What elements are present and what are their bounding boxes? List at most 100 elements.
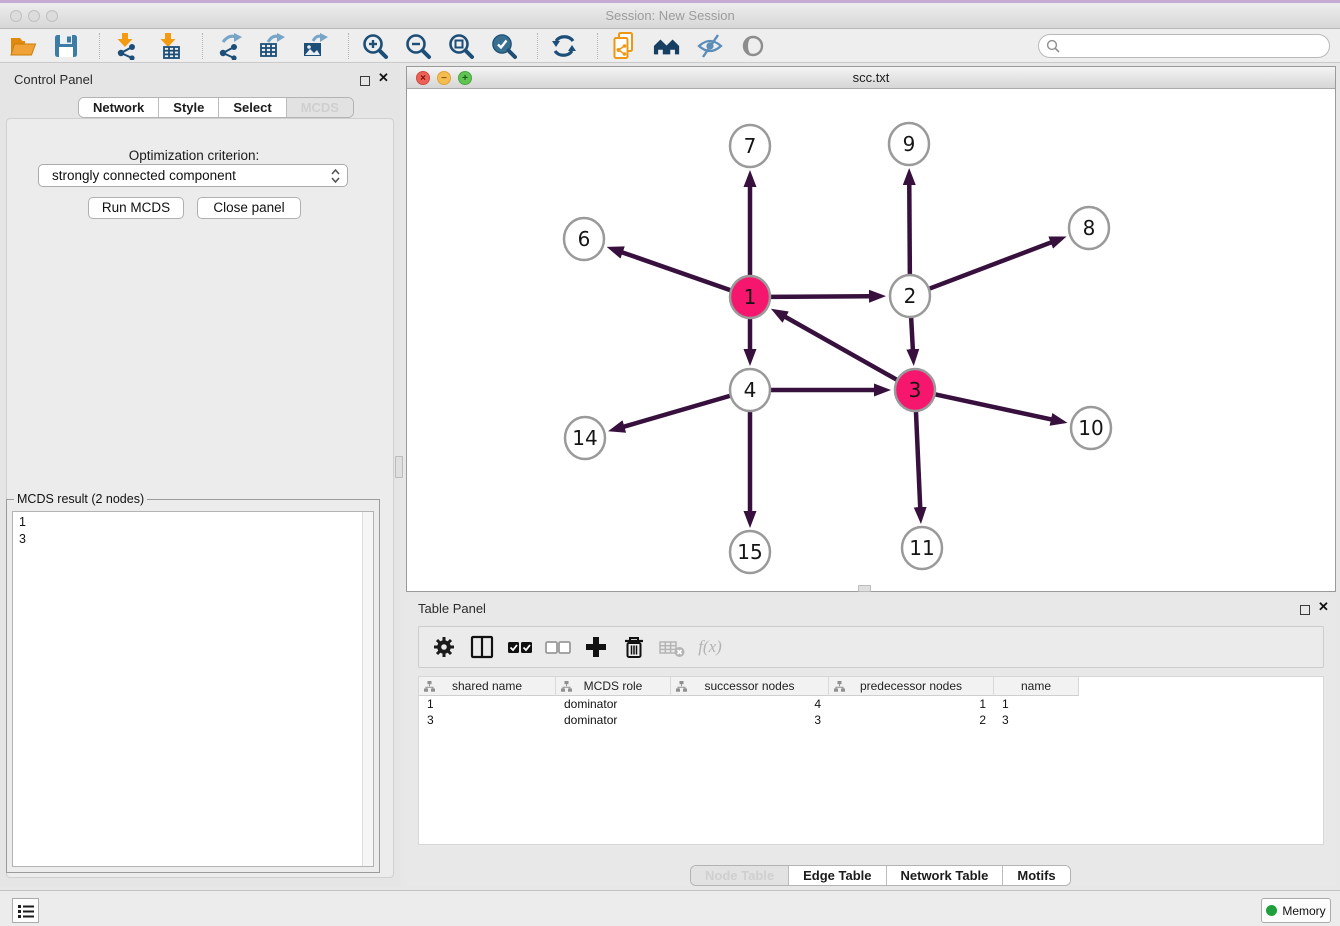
- open-session-icon[interactable]: [9, 32, 37, 60]
- graph-edge-3-10[interactable]: [936, 394, 1052, 419]
- table-row[interactable]: 3 dominator 3 2 3: [419, 712, 1323, 728]
- minimize-window-button[interactable]: [28, 10, 40, 22]
- graph-node-label-9: 9: [903, 132, 916, 156]
- close-table-panel-icon[interactable]: ✕: [1318, 602, 1329, 612]
- column-header-predecessor-nodes[interactable]: predecessor nodes: [829, 677, 994, 696]
- tab-network[interactable]: Network: [79, 98, 159, 117]
- zoom-selected-icon[interactable]: [490, 32, 518, 60]
- network-close-button[interactable]: ×: [416, 71, 430, 85]
- run-mcds-button[interactable]: Run MCDS: [88, 197, 184, 219]
- cell-successor-nodes[interactable]: 4: [671, 696, 829, 712]
- zoom-window-button[interactable]: [46, 10, 58, 22]
- mcds-result-text[interactable]: 1 3: [12, 511, 374, 867]
- toolbar-separator: [202, 33, 203, 59]
- column-header-shared-name[interactable]: shared name: [419, 677, 556, 696]
- import-network-icon[interactable]: [112, 32, 140, 60]
- delete-table-icon[interactable]: [657, 632, 687, 662]
- network-window-titlebar[interactable]: × − + scc.txt: [407, 67, 1335, 89]
- column-header-mcds-role[interactable]: MCDS role: [556, 677, 671, 696]
- graph-edge-2-9[interactable]: [909, 184, 910, 275]
- cell-successor-nodes[interactable]: 3: [671, 712, 829, 728]
- refresh-icon[interactable]: [550, 32, 578, 60]
- task-history-button[interactable]: [12, 898, 39, 923]
- show-graphics-details-icon[interactable]: [739, 32, 767, 60]
- mcds-result-scrollbar[interactable]: [362, 512, 373, 866]
- graph-edge-3-1[interactable]: [785, 317, 897, 380]
- vertical-splitter-grip[interactable]: [395, 456, 403, 478]
- graph-node-label-2: 2: [904, 284, 917, 308]
- zoom-fit-icon[interactable]: [447, 32, 475, 60]
- cell-shared-name[interactable]: 3: [419, 712, 556, 728]
- graph-edge-1-2[interactable]: [771, 296, 870, 297]
- list-icon: [17, 903, 35, 919]
- table-panel: Table Panel ✕ f(x) s: [406, 596, 1336, 886]
- tab-motifs[interactable]: Motifs: [1003, 866, 1069, 885]
- home-icon[interactable]: [653, 32, 681, 60]
- table-panel-tabs: Node Table Edge Table Network Table Moti…: [690, 865, 1071, 886]
- close-panel-icon[interactable]: ✕: [378, 73, 389, 83]
- attribute-icon: [424, 681, 435, 692]
- select-all-icon[interactable]: [505, 632, 535, 662]
- search-input[interactable]: [1038, 34, 1330, 58]
- graph-edge-4-14[interactable]: [623, 396, 729, 427]
- cell-name[interactable]: 3: [994, 712, 1079, 728]
- tab-select[interactable]: Select: [219, 98, 286, 117]
- control-panel-title: Control Panel: [14, 72, 93, 87]
- toolbar-separator: [99, 33, 100, 59]
- graph-edge-1-6[interactable]: [622, 252, 730, 290]
- save-session-icon[interactable]: [52, 32, 80, 60]
- close-panel-button[interactable]: Close panel: [197, 197, 301, 219]
- cell-mcds-role[interactable]: dominator: [556, 696, 671, 712]
- table-panel-title: Table Panel: [418, 601, 486, 616]
- float-panel-icon[interactable]: [360, 73, 370, 91]
- add-row-icon[interactable]: [581, 632, 611, 662]
- toolbar-separator: [348, 33, 349, 59]
- tab-network-table[interactable]: Network Table: [887, 866, 1004, 885]
- network-minimize-button[interactable]: −: [437, 71, 451, 85]
- hide-graphics-details-icon[interactable]: [696, 32, 724, 60]
- graph-edge-2-3[interactable]: [911, 317, 913, 350]
- tab-edge-table[interactable]: Edge Table: [789, 866, 886, 885]
- graph-node-label-8: 8: [1083, 216, 1096, 240]
- cell-predecessor-nodes[interactable]: 1: [829, 696, 994, 712]
- select-chevrons-icon: [331, 169, 340, 183]
- tab-mcds[interactable]: MCDS: [287, 98, 353, 117]
- horizontal-splitter-grip[interactable]: [858, 585, 871, 592]
- table-row[interactable]: 1 dominator 4 1 1: [419, 696, 1323, 712]
- deselect-all-icon[interactable]: [543, 632, 573, 662]
- graph-node-label-3: 3: [909, 378, 922, 402]
- split-table-icon[interactable]: [467, 632, 497, 662]
- clone-network-icon[interactable]: [610, 32, 638, 60]
- export-table-icon[interactable]: [258, 32, 286, 60]
- graph-edge-2-8[interactable]: [930, 242, 1052, 288]
- memory-button[interactable]: Memory: [1261, 898, 1331, 923]
- graph-edge-3-11[interactable]: [916, 411, 920, 508]
- delete-row-icon[interactable]: [619, 632, 649, 662]
- close-window-button[interactable]: [10, 10, 22, 22]
- cell-predecessor-nodes[interactable]: 2: [829, 712, 994, 728]
- tab-style[interactable]: Style: [159, 98, 219, 117]
- import-table-icon[interactable]: [155, 32, 183, 60]
- column-header-successor-nodes[interactable]: successor nodes: [671, 677, 829, 696]
- tab-node-table[interactable]: Node Table: [691, 866, 789, 885]
- zoom-in-icon[interactable]: [361, 32, 389, 60]
- export-network-icon[interactable]: [215, 32, 243, 60]
- zoom-out-icon[interactable]: [404, 32, 432, 60]
- column-settings-icon[interactable]: [429, 632, 459, 662]
- node-table[interactable]: shared name MCDS role successor nodes pr…: [418, 676, 1324, 845]
- graph-node-label-7: 7: [744, 134, 757, 158]
- float-table-panel-icon[interactable]: [1300, 602, 1310, 620]
- criterion-select[interactable]: strongly connected component: [38, 164, 348, 187]
- function-builder-icon[interactable]: f(x): [695, 632, 725, 662]
- network-canvas[interactable]: 7968124314101511: [407, 89, 1335, 590]
- fx-label: f(x): [698, 637, 722, 657]
- column-header-name[interactable]: name: [994, 677, 1079, 696]
- mcds-result-fieldset: MCDS result (2 nodes) 1 3: [6, 499, 380, 873]
- cell-shared-name[interactable]: 1: [419, 696, 556, 712]
- cell-mcds-role[interactable]: dominator: [556, 712, 671, 728]
- status-bar: Memory: [0, 890, 1340, 926]
- export-image-icon[interactable]: [301, 32, 329, 60]
- network-graph[interactable]: 7968124314101511: [407, 89, 1335, 590]
- cell-name[interactable]: 1: [994, 696, 1079, 712]
- network-zoom-button[interactable]: +: [458, 71, 472, 85]
